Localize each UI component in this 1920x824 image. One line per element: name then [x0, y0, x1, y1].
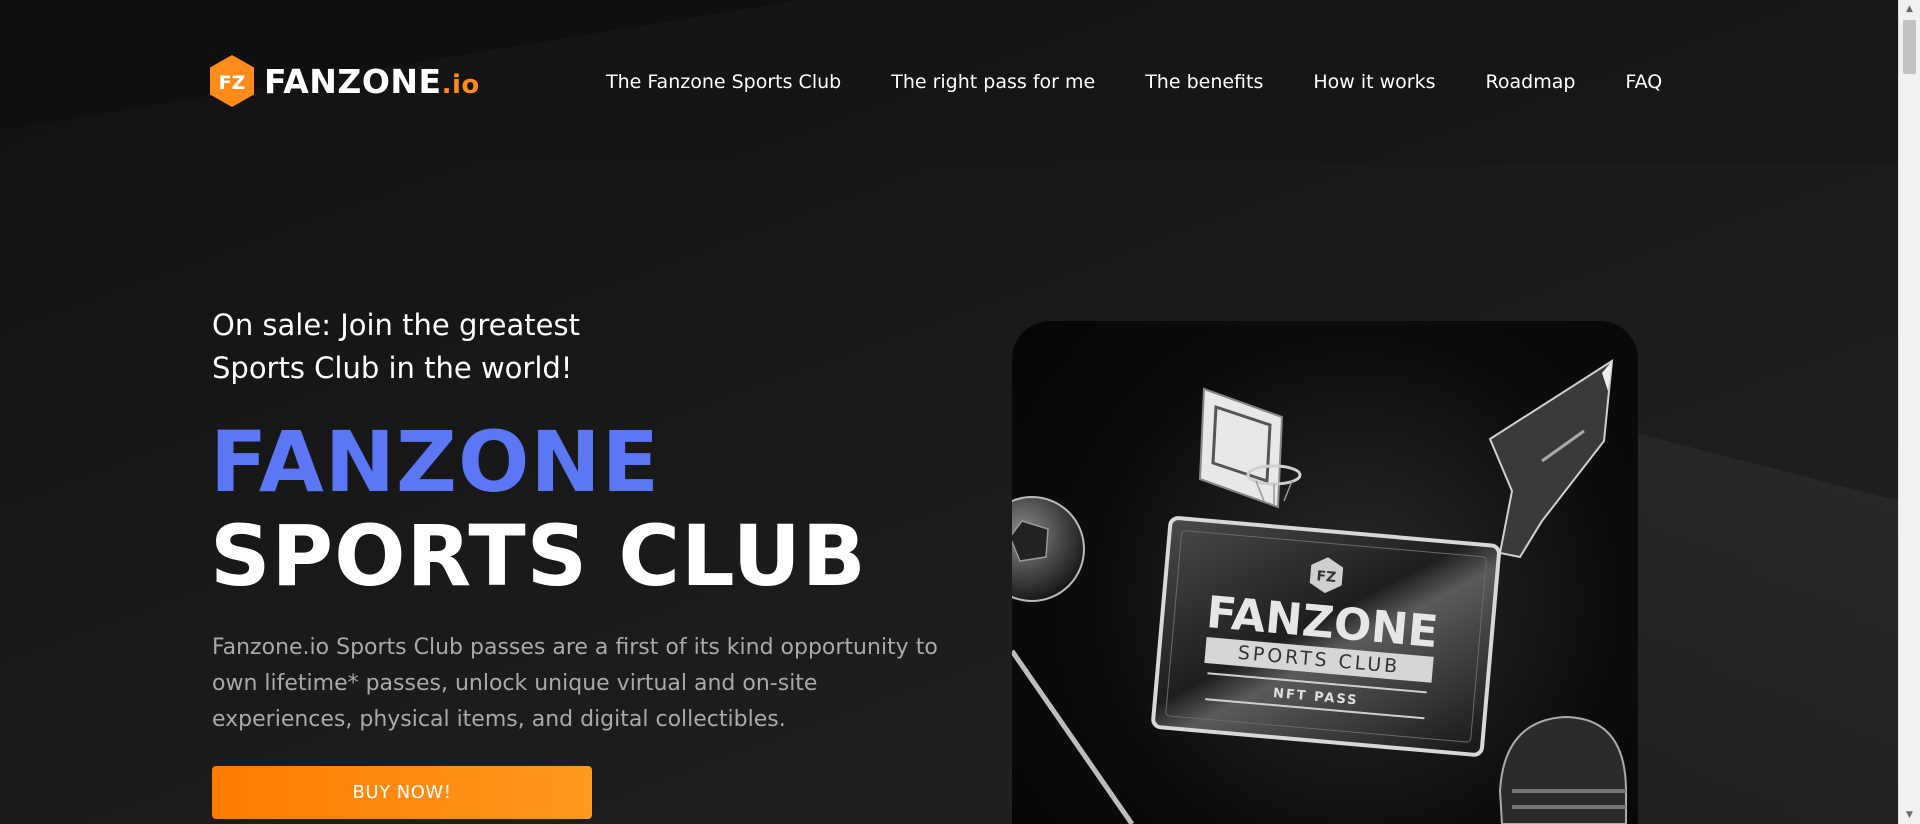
cleat-icon [1488, 359, 1614, 559]
nav-item-benefits[interactable]: The benefits [1145, 68, 1263, 96]
logo-mark: FZ [219, 72, 246, 94]
nav-item-roadmap[interactable]: Roadmap [1486, 68, 1576, 96]
hero-description: Fanzone.io Sports Club passes are a firs… [212, 635, 938, 732]
basketball-hoop-icon [1198, 387, 1302, 509]
page-scrollbar[interactable]: ▲ ▼ [1898, 0, 1920, 824]
main-nav: The Fanzone Sports Club The right pass f… [606, 68, 1662, 96]
helmet-icon [1498, 715, 1627, 824]
nft-pass-illustration: FZ FANZONE SPORTS CLUB NFT PASS [1012, 359, 1627, 824]
logo-name: FANZONE [264, 61, 442, 101]
nft-pass-card: FZ FANZONE SPORTS CLUB NFT PASS [1151, 516, 1501, 757]
triangle-up-icon[interactable]: ▲ [1899, 0, 1920, 18]
hexagon-fz-icon: FZ [210, 55, 254, 107]
soccer-ball-icon [1012, 496, 1085, 602]
logo-suffix: .io [441, 69, 480, 100]
nav-item-how-it-works[interactable]: How it works [1313, 68, 1435, 96]
nav-item-sports-club[interactable]: The Fanzone Sports Club [606, 68, 841, 96]
nft-pass-image: FZ FANZONE SPORTS CLUB NFT PASS [1012, 321, 1638, 824]
hero-tagline: On sale: Join the greatest Sports Club i… [212, 304, 652, 390]
nav-item-right-pass[interactable]: The right pass for me [891, 68, 1095, 96]
hero-title-secondary: SPORTS CLUB [210, 507, 867, 605]
tagline-line-1: On sale: Join the greatest [212, 308, 580, 342]
scrollbar-thumb[interactable] [1903, 20, 1916, 74]
tagline-line-2: Sports Club in the world! [212, 351, 573, 385]
nav-item-faq[interactable]: FAQ [1625, 68, 1662, 96]
site-logo[interactable]: FZ FANZONE.io [208, 54, 480, 108]
card-badge: FZ [1316, 568, 1337, 586]
buy-now-button[interactable]: BUY NOW! [212, 766, 592, 819]
hero-title-primary: FANZONE [210, 413, 661, 511]
triangle-down-icon[interactable]: ▼ [1899, 806, 1920, 824]
logo-text: FANZONE.io [264, 65, 480, 98]
